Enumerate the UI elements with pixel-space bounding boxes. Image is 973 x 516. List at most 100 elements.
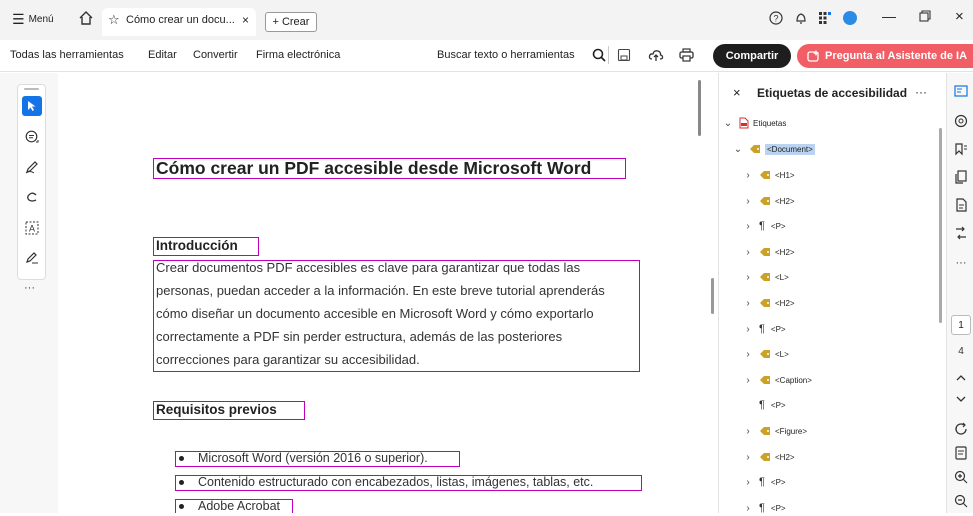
- highlight-pen-icon[interactable]: [22, 157, 42, 177]
- text-recognition-icon[interactable]: A: [22, 218, 42, 238]
- esign-link[interactable]: Firma electrónica: [256, 49, 340, 61]
- more-panels-icon[interactable]: ···: [953, 255, 969, 271]
- chevron-right-icon[interactable]: ›: [743, 477, 753, 488]
- tag-tree-item[interactable]: › <Figure>: [743, 423, 807, 439]
- tags-panel-icon[interactable]: [953, 83, 969, 99]
- home-icon: [79, 11, 93, 25]
- minimize-icon[interactable]: —: [882, 8, 896, 24]
- chevron-down-icon[interactable]: ⌄: [733, 144, 743, 155]
- close-panel-icon[interactable]: ×: [733, 85, 741, 100]
- all-tools-link[interactable]: Todas las herramientas: [10, 49, 124, 61]
- restore-icon[interactable]: [919, 10, 931, 22]
- current-page-field[interactable]: 1: [951, 315, 971, 335]
- chevron-down-icon[interactable]: [953, 391, 969, 407]
- help-icon[interactable]: ?: [769, 11, 783, 25]
- page-view-icon[interactable]: [953, 445, 969, 461]
- upload-cloud-icon[interactable]: [648, 47, 664, 63]
- chevron-right-icon[interactable]: ›: [743, 349, 753, 360]
- panel-resize-handle[interactable]: [711, 278, 714, 314]
- edit-link[interactable]: Editar: [148, 49, 177, 61]
- chevron-right-icon[interactable]: ›: [743, 196, 753, 207]
- freehand-draw-icon[interactable]: [22, 188, 42, 208]
- menu-button[interactable]: ☰ Menú: [12, 11, 54, 28]
- tag-icon: [760, 248, 770, 256]
- star-icon[interactable]: ☆: [108, 12, 120, 28]
- panel-more-icon[interactable]: ···: [915, 85, 927, 99]
- tag-tree-item[interactable]: › <L>: [743, 346, 788, 362]
- share-button[interactable]: Compartir: [713, 44, 791, 68]
- chevron-right-icon[interactable]: ›: [743, 170, 753, 181]
- convert-link[interactable]: Convertir: [193, 49, 238, 61]
- document-tab[interactable]: ☆ Cómo crear un docu... ×: [102, 8, 256, 36]
- tag-icon: [760, 453, 770, 461]
- tag-tree-item[interactable]: › <H2>: [743, 295, 794, 311]
- tag-tree-item[interactable]: › ¶ <P>: [743, 474, 785, 490]
- tag-icon: [760, 376, 770, 384]
- tag-label: <Figure>: [775, 426, 808, 436]
- print-icon[interactable]: [679, 48, 694, 62]
- tag-tree-item[interactable]: › <H2>: [743, 449, 795, 465]
- tag-tree-root[interactable]: ⌄ Etiquetas: [723, 115, 786, 131]
- chevron-down-icon[interactable]: ⌄: [723, 118, 733, 129]
- tag-label: <H2>: [775, 196, 795, 206]
- tag-tree-item[interactable]: ¶ <P>: [743, 397, 786, 413]
- tag-tree-item[interactable]: › <L>: [743, 269, 789, 285]
- sign-tool-icon[interactable]: [22, 248, 42, 268]
- compare-panel-icon[interactable]: [953, 225, 969, 241]
- comment-tool-icon[interactable]: [22, 127, 42, 147]
- search-icon[interactable]: [592, 48, 606, 62]
- tag-icon: [750, 145, 760, 153]
- chevron-right-icon[interactable]: ›: [743, 221, 753, 232]
- comment-panel-icon[interactable]: [953, 113, 969, 129]
- bookmark-panel-icon[interactable]: [953, 141, 969, 157]
- paragraph-icon: ¶: [759, 220, 765, 232]
- tag-tree-item[interactable]: › ¶ <P>: [743, 321, 785, 337]
- new-tab-button[interactable]: + Crear: [265, 12, 317, 32]
- save-icon[interactable]: [617, 48, 631, 62]
- pages-panel-icon[interactable]: [953, 169, 969, 185]
- more-tools-icon[interactable]: ···: [24, 282, 35, 294]
- tag-label: <L>: [775, 272, 789, 282]
- chevron-right-icon[interactable]: ›: [743, 272, 753, 283]
- paragraph-icon: ¶: [759, 502, 765, 514]
- select-tool-icon[interactable]: [22, 96, 42, 116]
- paragraph-icon: ¶: [759, 399, 765, 411]
- chevron-up-icon[interactable]: [953, 370, 969, 386]
- tag-tree-item[interactable]: › ¶ <P>: [743, 218, 785, 234]
- search-field[interactable]: Buscar texto o herramientas: [437, 49, 575, 61]
- tag-label: <Caption>: [775, 375, 812, 385]
- close-tab-icon[interactable]: ×: [242, 13, 249, 27]
- chevron-right-icon[interactable]: ›: [743, 426, 753, 437]
- document-scrollbar[interactable]: [698, 80, 701, 136]
- chevron-right-icon[interactable]: ›: [743, 452, 753, 463]
- chevron-right-icon[interactable]: ›: [743, 324, 753, 335]
- apps-grid-icon[interactable]: [818, 11, 832, 25]
- ai-sparkle-icon: [807, 49, 819, 62]
- drag-handle[interactable]: [24, 88, 39, 90]
- tag-tree-item[interactable]: › <H2>: [743, 244, 794, 260]
- chevron-right-icon[interactable]: ›: [743, 375, 753, 386]
- chevron-right-icon[interactable]: ›: [743, 247, 753, 258]
- tag-tree-item[interactable]: › <H1>: [743, 167, 794, 183]
- tag-tree-item[interactable]: › <Caption>: [743, 372, 812, 388]
- chevron-right-icon[interactable]: ›: [743, 298, 753, 309]
- avatar[interactable]: [842, 10, 858, 26]
- tab-title: Cómo crear un docu...: [126, 14, 235, 26]
- paragraph-line: correcciones para garantizar su accesibi…: [156, 352, 420, 367]
- doc-intro-heading: Introducción: [156, 238, 238, 253]
- tag-tree-item[interactable]: › ¶ <P>: [743, 500, 785, 516]
- tag-label: <H2>: [775, 452, 795, 462]
- tag-tree-document[interactable]: ⌄ <Document>: [733, 141, 815, 157]
- zoom-out-icon[interactable]: [953, 493, 969, 509]
- tag-tree-item[interactable]: › <H2>: [743, 193, 795, 209]
- refresh-icon[interactable]: [953, 421, 969, 437]
- bell-icon[interactable]: [794, 11, 808, 25]
- close-window-icon[interactable]: ×: [955, 8, 964, 25]
- home-button[interactable]: [78, 10, 94, 26]
- attachments-panel-icon[interactable]: [953, 197, 969, 213]
- tag-icon: [760, 299, 770, 307]
- zoom-in-icon[interactable]: [953, 469, 969, 485]
- chevron-right-icon[interactable]: ›: [743, 503, 753, 514]
- ai-assistant-button[interactable]: Pregunta al Asistente de IA: [797, 44, 973, 68]
- panel-scrollbar[interactable]: [939, 128, 942, 323]
